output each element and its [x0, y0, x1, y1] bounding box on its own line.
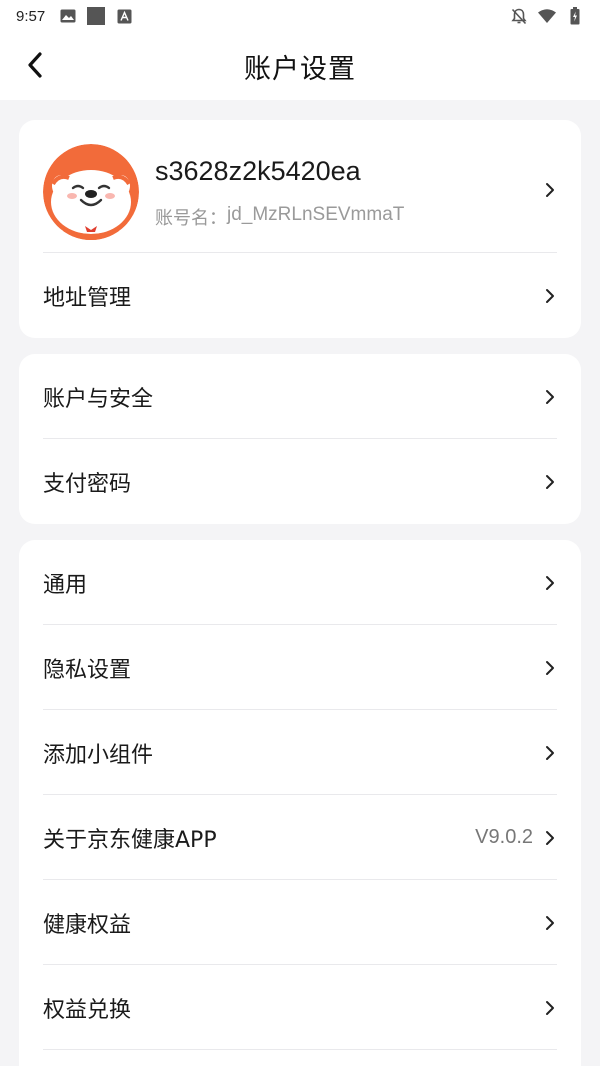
chevron-right-icon [543, 998, 557, 1018]
row-health-benefits[interactable]: 健康权益 [19, 880, 581, 965]
chevron-right-icon [543, 286, 557, 306]
chevron-right-icon [543, 658, 557, 678]
row-privacy-settings[interactable]: 隐私设置 [19, 625, 581, 710]
row-label: 健康权益 [43, 912, 132, 938]
account-name: 账号名： jd_MzRLnSEVmmaT [155, 204, 404, 230]
font-icon [115, 7, 133, 25]
header: 账户设置 [0, 32, 600, 100]
row-label: 添加小组件 [43, 742, 154, 768]
notifications-off-icon [510, 7, 528, 25]
row-add-widget[interactable]: 添加小组件 [19, 710, 581, 795]
app-version: V9.0.2 [475, 826, 533, 848]
row-address-management[interactable]: 地址管理 [19, 253, 581, 338]
row-label: 通用 [43, 572, 88, 598]
account-name-value: jd_MzRLnSEVmmaT [227, 204, 405, 225]
wifi-icon [538, 7, 556, 25]
status-bar: 9:57 [0, 0, 600, 32]
chevron-right-icon [543, 180, 557, 200]
chevron-right-icon [543, 387, 557, 407]
row-label: 支付密码 [43, 471, 132, 497]
row-general[interactable]: 通用 [19, 540, 581, 625]
back-button[interactable] [20, 50, 50, 80]
row-label: 权益兑换 [43, 997, 132, 1023]
row-account-security[interactable]: 账户与安全 [19, 354, 581, 439]
chevron-right-icon [543, 828, 557, 848]
account-name-label: 账号名： [155, 208, 227, 229]
row-about-app[interactable]: 关于京东健康APP V9.0.2 [19, 795, 581, 880]
security-card: 账户与安全 支付密码 [19, 354, 581, 524]
chevron-right-icon [543, 472, 557, 492]
row-label: 隐私设置 [43, 657, 132, 683]
chevron-right-icon [543, 743, 557, 763]
row-benefit-redemption[interactable]: 权益兑换 [19, 965, 581, 1050]
chevron-left-icon [27, 52, 43, 78]
row-label: 账户与安全 [43, 386, 154, 412]
square-icon [87, 7, 106, 25]
nickname: s3628z2k5420ea [155, 156, 361, 186]
battery-icon [566, 7, 584, 25]
chevron-right-icon [543, 573, 557, 593]
chevron-right-icon [543, 913, 557, 933]
row-label: 地址管理 [43, 285, 132, 311]
profile-row[interactable]: s3628z2k5420ea 账号名： jd_MzRLnSEVmmaT [19, 120, 581, 252]
row-payment-password[interactable]: 支付密码 [19, 439, 581, 524]
profile-card: s3628z2k5420ea 账号名： jd_MzRLnSEVmmaT 地址管理 [19, 120, 581, 338]
avatar [43, 144, 139, 240]
divider [43, 1049, 557, 1050]
image-icon [59, 7, 77, 25]
page-title: 账户设置 [244, 53, 356, 85]
status-time: 9:57 [16, 7, 46, 25]
general-card: 通用 隐私设置 添加小组件 关于京东健康APP V9.0.2 健康权益 权益兑换 [19, 540, 581, 1066]
row-label: 关于京东健康APP [43, 827, 217, 853]
